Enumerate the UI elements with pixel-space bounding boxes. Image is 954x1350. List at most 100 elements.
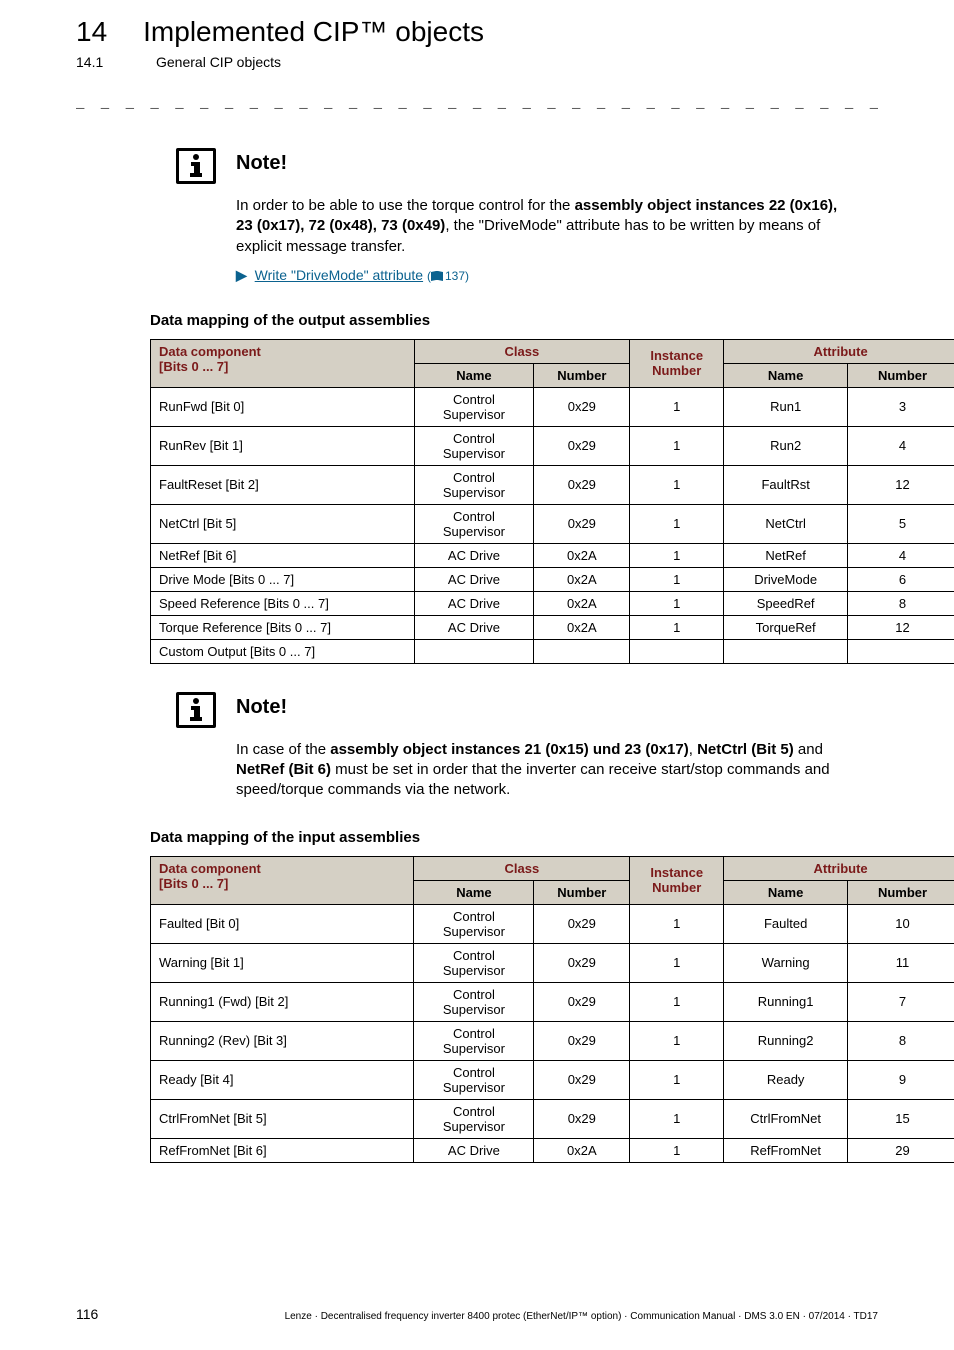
table-cell: 0x2A	[534, 615, 630, 639]
th2-class-name: Name	[414, 880, 534, 904]
table2-heading: Data mapping of the input assemblies	[150, 829, 878, 846]
info-icon	[176, 692, 216, 728]
table-cell	[724, 639, 848, 663]
table-cell: Run1	[724, 387, 848, 426]
table-cell: NetRef	[724, 543, 848, 567]
table-row: Custom Output [Bits 0 ... 7]	[151, 639, 954, 663]
table-cell: 1	[630, 1138, 724, 1162]
th-class: Class	[505, 344, 540, 359]
table-cell: RefFromNet [Bit 6]	[151, 1138, 414, 1162]
table-row: RunRev [Bit 1]Control Supervisor0x291Run…	[151, 426, 954, 465]
th2-comp: Data component	[159, 861, 405, 876]
chapter-title: Implemented CIP™ objects	[143, 16, 484, 48]
th2-attr-name: Name	[724, 880, 848, 904]
table-cell: Control Supervisor	[414, 504, 534, 543]
table-cell: 0x2A	[534, 543, 630, 567]
table-cell: 0x29	[534, 465, 630, 504]
section-number: 14.1	[76, 54, 124, 70]
th2-class-number: Number	[534, 880, 630, 904]
th-attr-number: Number	[848, 363, 954, 387]
th2-class: Class	[505, 861, 540, 876]
table-cell: Warning [Bit 1]	[151, 943, 414, 982]
table-cell: 0x29	[534, 426, 630, 465]
table-cell: Control Supervisor	[414, 1099, 534, 1138]
table-cell: 1	[630, 1099, 724, 1138]
table-cell	[414, 639, 534, 663]
table-cell: 1	[630, 982, 724, 1021]
table-row: RefFromNet [Bit 6]AC Drive0x2A1RefFromNe…	[151, 1138, 954, 1162]
table-row: FaultReset [Bit 2]Control Supervisor0x29…	[151, 465, 954, 504]
table-cell: 6	[848, 567, 954, 591]
table-row: Torque Reference [Bits 0 ... 7]AC Drive0…	[151, 615, 954, 639]
table-cell: FaultRst	[724, 465, 848, 504]
table-cell: Faulted	[724, 904, 848, 943]
table-cell: 3	[848, 387, 954, 426]
note2-b1: assembly object instances 21 (0x15) und …	[330, 741, 689, 758]
table-cell: 1	[630, 1060, 724, 1099]
info-icon	[176, 148, 216, 184]
table-cell: RunRev [Bit 1]	[151, 426, 415, 465]
table-cell: 11	[848, 943, 954, 982]
table-row: Running1 (Fwd) [Bit 2]Control Supervisor…	[151, 982, 954, 1021]
table-cell: TorqueRef	[724, 615, 848, 639]
table-cell: AC Drive	[414, 591, 534, 615]
table-cell: AC Drive	[414, 1138, 534, 1162]
footer-text: Lenze · Decentralised frequency inverter…	[285, 1311, 878, 1322]
table-cell: 10	[848, 904, 954, 943]
table-row: NetRef [Bit 6]AC Drive0x2A1NetRef4	[151, 543, 954, 567]
table-cell: Torque Reference [Bits 0 ... 7]	[151, 615, 415, 639]
table-cell: Custom Output [Bits 0 ... 7]	[151, 639, 415, 663]
th-attr-name: Name	[724, 363, 848, 387]
page-number: 116	[76, 1306, 98, 1322]
note2-t2: ,	[689, 741, 697, 758]
table-cell: Control Supervisor	[414, 426, 534, 465]
table-cell: CtrlFromNet [Bit 5]	[151, 1099, 414, 1138]
table-cell: Control Supervisor	[414, 1060, 534, 1099]
table-row: Speed Reference [Bits 0 ... 7]AC Drive0x…	[151, 591, 954, 615]
table-cell: 9	[848, 1060, 954, 1099]
table-cell: SpeedRef	[724, 591, 848, 615]
table-cell: Control Supervisor	[414, 982, 534, 1021]
table-cell	[534, 639, 630, 663]
table-cell: Running2	[724, 1021, 848, 1060]
table-cell: 1	[630, 426, 724, 465]
table-cell: NetCtrl [Bit 5]	[151, 504, 415, 543]
table-cell: 1	[630, 904, 724, 943]
th-class-name: Name	[414, 363, 534, 387]
table-cell: 12	[848, 465, 954, 504]
drivemode-link[interactable]: Write "DriveMode" attribute	[255, 267, 423, 283]
table-cell: 5	[848, 504, 954, 543]
table-cell: Control Supervisor	[414, 904, 534, 943]
table-cell: Ready	[724, 1060, 848, 1099]
table-cell: 0x29	[534, 943, 630, 982]
table-cell: RunFwd [Bit 0]	[151, 387, 415, 426]
table-cell: Run2	[724, 426, 848, 465]
table-cell: Warning	[724, 943, 848, 982]
table-row: CtrlFromNet [Bit 5]Control Supervisor0x2…	[151, 1099, 954, 1138]
link-reference: (137)	[427, 269, 469, 283]
table-cell: 0x29	[534, 1021, 630, 1060]
chapter-number: 14	[76, 16, 107, 48]
table-cell: NetRef [Bit 6]	[151, 543, 415, 567]
table-cell: 8	[848, 1021, 954, 1060]
table-cell: 1	[630, 943, 724, 982]
table-cell: 4	[848, 426, 954, 465]
table1-heading: Data mapping of the output assemblies	[150, 312, 878, 329]
table-cell	[630, 639, 724, 663]
input-assemblies-table: Data component [Bits 0 ... 7] Class Inst…	[150, 856, 954, 1163]
table-cell: CtrlFromNet	[724, 1099, 848, 1138]
table-cell: 29	[848, 1138, 954, 1162]
table-row: Running2 (Rev) [Bit 3]Control Supervisor…	[151, 1021, 954, 1060]
table-cell: Faulted [Bit 0]	[151, 904, 414, 943]
th2-attr-number: Number	[848, 880, 954, 904]
th-bits: [Bits 0 ... 7]	[159, 359, 406, 374]
note-body-1: In order to be able to use the torque co…	[236, 196, 848, 257]
table-cell: AC Drive	[414, 615, 534, 639]
table-cell: FaultReset [Bit 2]	[151, 465, 415, 504]
note2-b3: NetRef (Bit 6)	[236, 761, 331, 778]
note-heading: Note!	[236, 152, 287, 184]
table-cell: 8	[848, 591, 954, 615]
table-cell: 0x2A	[534, 1138, 630, 1162]
th2-attribute: Attribute	[814, 861, 868, 876]
table-cell: 1	[630, 1021, 724, 1060]
